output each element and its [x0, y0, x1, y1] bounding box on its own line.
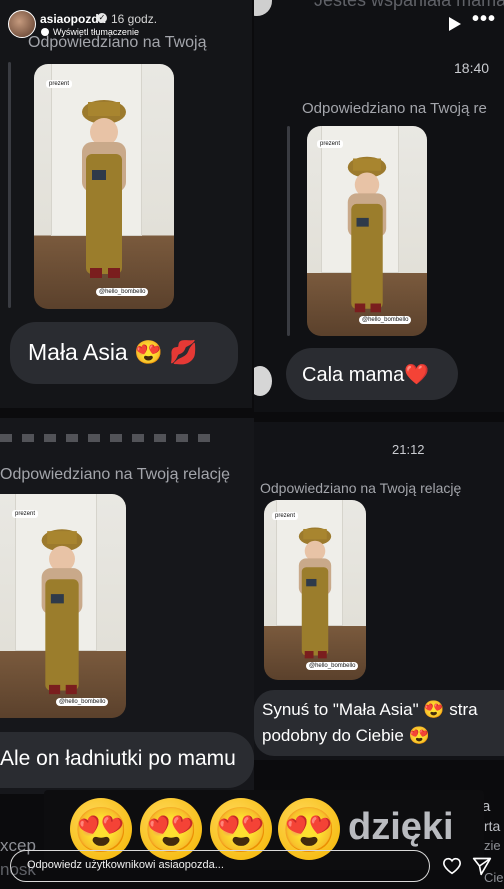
- message-text-line1: Synuś to "Mała Asia" 😍 stra: [262, 700, 478, 719]
- timestamp-1840: 18:40: [454, 60, 490, 76]
- photo-tag: prezent: [317, 140, 344, 148]
- message-text-line2: podobny do Ciebie 😍: [262, 726, 430, 745]
- child-figure: [347, 156, 387, 313]
- story-header: asiaopozda ✓ 16 godz. Wyświetl tłumaczen…: [0, 0, 504, 44]
- message-bubble-cala-mama: Cala mama❤️: [286, 348, 458, 400]
- photo-tag: prezent: [46, 80, 73, 88]
- timestamp-2112: 21:12: [392, 442, 425, 457]
- time-ago: 16 godz.: [111, 12, 158, 26]
- message-text: Ale on ładniutki po mamu: [0, 747, 236, 770]
- left-bottom-panel: Odpowiedziano na Twoją relację prezent @…: [0, 418, 254, 794]
- photo-handle: @hello_bombello: [56, 698, 109, 706]
- story-photo-4[interactable]: prezent @hello_bombello: [264, 500, 366, 680]
- child-figure: [41, 529, 83, 695]
- replied-label-left-bottom: Odpowiedziano na Twoją relację: [0, 466, 231, 483]
- message-bubble-synus: Synuś to "Mała Asia" 😍 stra podobny do C…: [254, 690, 504, 756]
- avatar-sender: [254, 366, 272, 396]
- photo-tag: prezent: [272, 512, 299, 520]
- photo-handle: @hello_bombello: [96, 288, 149, 296]
- photo-handle: @hello_bombello: [359, 316, 412, 324]
- heart-icon[interactable]: [442, 857, 462, 875]
- story-photo-1[interactable]: prezent @hello_bombello: [34, 64, 174, 309]
- story-photo-2[interactable]: prezent @hello_bombello: [0, 494, 126, 718]
- child-figure: [298, 527, 332, 659]
- avatar[interactable]: [8, 10, 36, 38]
- send-icon[interactable]: [472, 856, 492, 876]
- photo-handle: @hello_bombello: [306, 662, 359, 670]
- peek-text-right-2: rta: [484, 818, 501, 834]
- reply-placeholder: Odpowiedz użytkownikowi asiaopozda...: [27, 859, 224, 871]
- cut-text-line: [0, 434, 210, 442]
- translation-link[interactable]: Wyświetl tłumaczenie: [53, 27, 139, 37]
- thread-line: [8, 62, 11, 308]
- right-top-panel: Jesteś wspaniała mama 18:40 Odpowiedzian…: [254, 0, 504, 412]
- translate-icon: [41, 28, 49, 36]
- story-photo-3[interactable]: prezent @hello_bombello: [307, 126, 427, 336]
- username[interactable]: asiaopozda: [40, 12, 105, 26]
- more-options-icon[interactable]: •••: [472, 8, 496, 31]
- message-bubble-ladniutki: Ale on ładniutki po mamu: [0, 732, 254, 788]
- message-text: Mała Asia 😍 💋: [28, 339, 198, 365]
- verified-icon: ✓: [97, 13, 107, 23]
- thread-line: [287, 126, 290, 336]
- replied-label-right-2: Odpowiedziano na Twoją relację: [260, 480, 462, 496]
- replied-label-right-1: Odpowiedziano na Twoją re: [302, 100, 487, 117]
- peek-text-right-3: zie: [484, 838, 501, 853]
- left-top-panel: Odpowiedziano na Twoją prezent @hello_bo…: [0, 0, 252, 408]
- child-figure: [82, 100, 126, 278]
- message-text: Cala mama❤️: [302, 364, 430, 386]
- right-bottom-panel: 21:12 Odpowiedziano na Twoją relację pre…: [254, 422, 504, 760]
- reply-input[interactable]: Odpowiedz użytkownikowi asiaopozda...: [10, 850, 430, 882]
- overlay-text: dzięki: [348, 806, 454, 848]
- message-bubble-mala-asia: Mała Asia 😍 💋: [10, 322, 238, 384]
- play-icon[interactable]: [448, 16, 462, 32]
- photo-tag: prezent: [12, 510, 39, 518]
